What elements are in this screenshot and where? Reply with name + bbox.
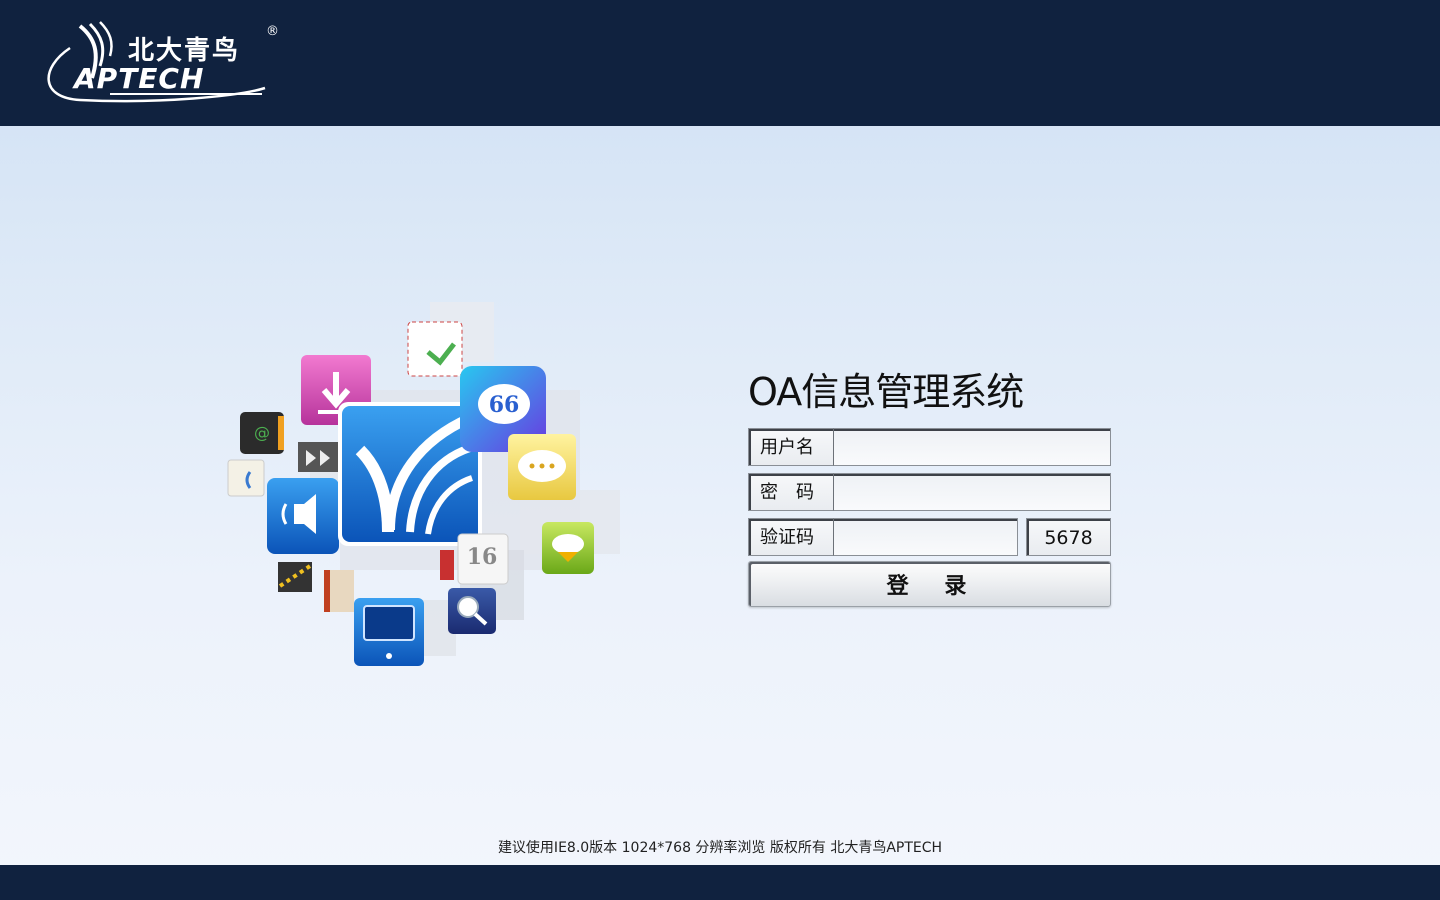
email-icon xyxy=(407,321,463,377)
book-icon xyxy=(227,459,265,497)
hero-illustration: @ 66 16 xyxy=(227,302,620,666)
speaker-icon xyxy=(267,478,339,554)
username-label: 用户名 xyxy=(748,428,834,466)
cloud-icon xyxy=(542,522,594,574)
username-row: 用户名 xyxy=(748,428,1111,468)
app-title: OA信息管理系统 xyxy=(748,370,1024,414)
brand-logo: 北大青鸟 ® APTECH xyxy=(40,18,290,108)
captcha-input[interactable] xyxy=(834,518,1018,556)
captcha-code[interactable]: 5678 xyxy=(1026,518,1111,556)
svg-text:66: 66 xyxy=(489,392,520,418)
chat-bubble-icon xyxy=(508,434,576,500)
footer-notice: 建议使用IE8.0版本 1024*768 分辨率浏览 版权所有 北大青鸟APTE… xyxy=(497,840,943,856)
header-bar: 北大青鸟 ® APTECH xyxy=(0,0,1440,126)
password-row: 密 码 xyxy=(748,473,1111,513)
search-icon xyxy=(448,588,496,634)
password-input[interactable] xyxy=(834,473,1111,511)
monitor-icon xyxy=(354,598,424,666)
svg-text:@: @ xyxy=(254,423,270,442)
login-button[interactable]: 登 录 xyxy=(748,561,1111,607)
password-label: 密 码 xyxy=(748,473,834,511)
registered-mark: ® xyxy=(266,24,279,39)
username-input[interactable] xyxy=(834,428,1111,466)
captcha-row: 验证码 5678 xyxy=(748,518,1111,558)
svg-text:16: 16 xyxy=(467,544,498,570)
contacts-icon: @ xyxy=(240,412,284,454)
login-form: OA信息管理系统 用户名 密 码 验证码 5678 登 录 xyxy=(748,368,1111,607)
captcha-label: 验证码 xyxy=(748,518,834,556)
footer-bar xyxy=(0,865,1440,900)
brand-name-en: APTECH xyxy=(74,62,205,95)
media-icon xyxy=(298,442,342,472)
